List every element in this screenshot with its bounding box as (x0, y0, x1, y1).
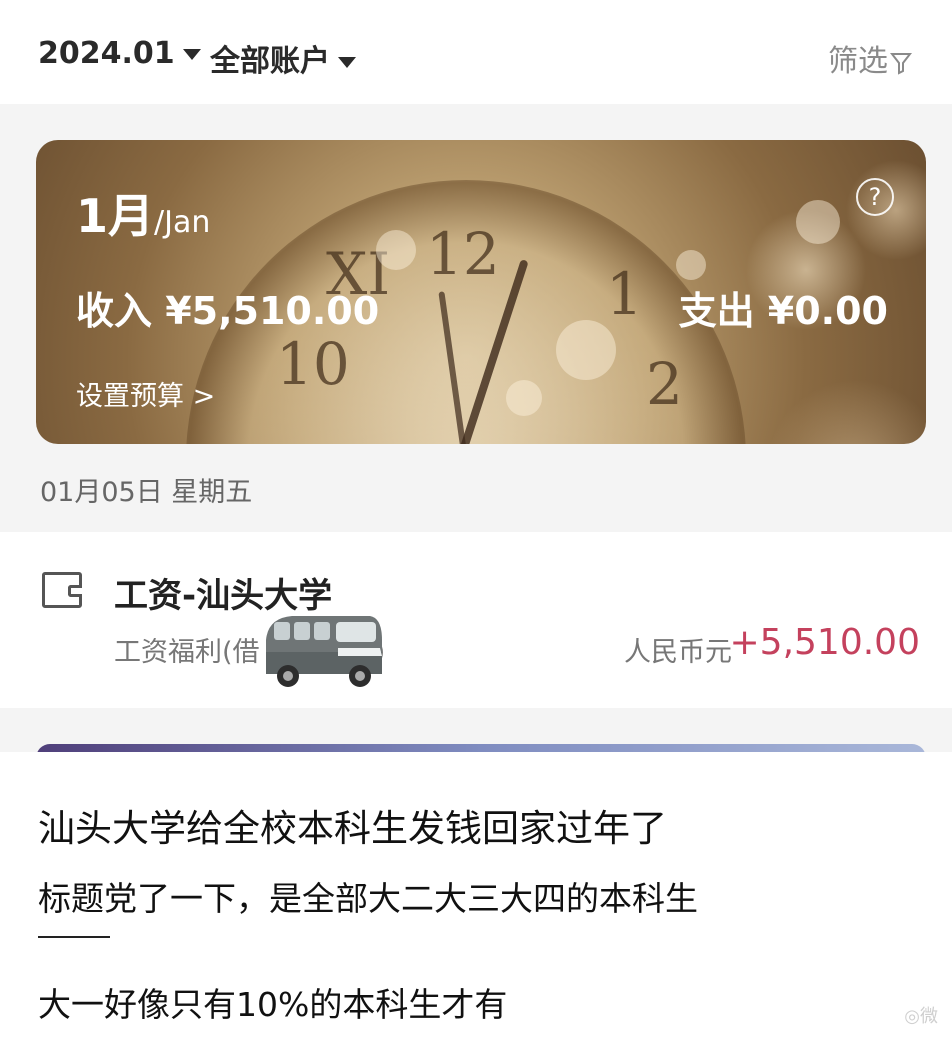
filter-icon (889, 52, 913, 75)
wallet-icon (42, 572, 82, 608)
watermark: ◎微 (904, 1006, 938, 1027)
post-line-2: 大一好像只有10%的本科生才有 (38, 985, 508, 1024)
expense-total: 支出 ¥0.00 (678, 289, 888, 333)
income-total: 收入 ¥5,510.00 (76, 289, 380, 333)
account-selector[interactable]: 全部账户 (210, 36, 356, 80)
transaction-row[interactable]: 工资-汕头大学 工资福利(借3) 人民币元 +5,510.00 (0, 532, 952, 708)
day-header: 01月05日 星期五 (40, 477, 253, 508)
transaction-currency: 人民币元 (624, 637, 732, 668)
filter-label: 筛选 (828, 44, 888, 79)
transaction-amount: +5,510.00 (729, 622, 920, 663)
category-text: 工资福利(借 (114, 637, 260, 668)
month-label: 1月/Jan (76, 180, 210, 246)
post-headline: 汕头大学给全校本科生发钱回家过年了 (38, 807, 667, 850)
set-budget-link[interactable]: 设置预算 > (76, 374, 215, 413)
month-selector-label: 2024.01 (38, 36, 175, 71)
help-icon[interactable]: ? (856, 178, 894, 216)
post-line-1: 标题党了一下，是全部大二大三大四的本科生 (38, 879, 698, 918)
month-number: 1月 (76, 189, 155, 243)
van-sticker-image (266, 616, 382, 687)
chevron-down-icon (338, 57, 356, 68)
month-selector[interactable]: 2024.01 (38, 36, 201, 71)
filter-button[interactable]: 筛选 (828, 36, 913, 80)
month-en: /Jan (154, 205, 211, 240)
account-selector-label: 全部账户 (210, 44, 330, 79)
divider (38, 936, 110, 938)
top-bar: 2024.01 全部账户 筛选 (0, 0, 952, 104)
chevron-down-icon (182, 49, 201, 60)
monthly-summary-card[interactable]: 12 XI 1 10 2 1月/Jan ? 收入 ¥5,510.00 支出 ¥0… (36, 140, 926, 444)
post-caption: 汕头大学给全校本科生发钱回家过年了 标题党了一下，是全部大二大三大四的本科生 大… (0, 752, 952, 1037)
